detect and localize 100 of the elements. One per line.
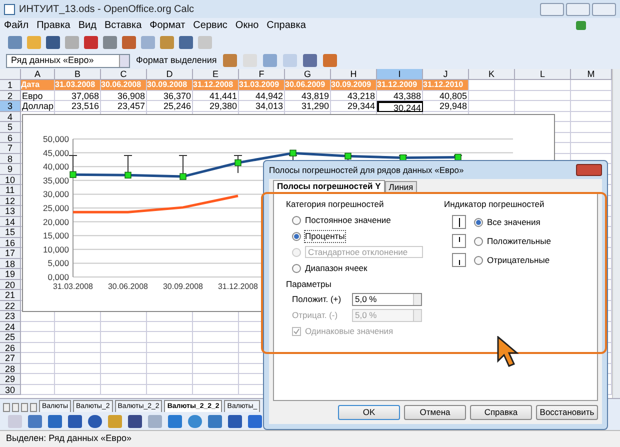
table-cell: 30.06.2009	[285, 80, 331, 90]
window-title: ИНТУИТ_13.ods - OpenOffice.org Calc	[19, 2, 194, 16]
dialog-button[interactable]: Отмена	[404, 405, 466, 420]
vertical-scrollbar[interactable]	[612, 69, 620, 398]
row-header[interactable]: 12	[0, 196, 21, 206]
positive-bar-icon[interactable]	[452, 234, 466, 248]
row-header[interactable]: 15	[0, 227, 21, 238]
row-header[interactable]: 6	[0, 132, 21, 143]
row-header[interactable]: 20	[0, 280, 21, 290]
y-axis-label: 45,000	[43, 148, 69, 158]
table-cell: 30.06.2008	[101, 80, 147, 90]
row-header[interactable]: 22	[0, 300, 21, 311]
column-header[interactable]: I	[377, 69, 423, 80]
row-header[interactable]: 10	[0, 174, 21, 185]
group-title: Индикатор погрешностей	[444, 199, 546, 210]
menu-item[interactable]: Правка	[36, 18, 70, 32]
next-sheet-button[interactable]	[21, 403, 28, 412]
row-header[interactable]: 26	[0, 342, 21, 353]
row-header[interactable]: 27	[0, 353, 21, 364]
radio-button[interactable]	[292, 216, 301, 224]
row-header[interactable]: 13	[0, 206, 21, 216]
y-axis-label: 20,000	[43, 216, 69, 227]
selection-dropdown[interactable]: Ряд данных «Евро»	[6, 54, 130, 68]
minimize-button[interactable]	[540, 2, 564, 16]
row-header[interactable]: 28	[0, 364, 21, 374]
row-header[interactable]: 17	[0, 248, 21, 258]
dialog-tab[interactable]: Линия	[384, 181, 418, 192]
radio-button[interactable]	[292, 232, 301, 240]
menu-item[interactable]: Справка	[266, 18, 306, 32]
row-header[interactable]: 8	[0, 154, 21, 164]
row-header[interactable]: 18	[0, 258, 21, 269]
previous-sheet-button[interactable]	[12, 403, 19, 412]
radio-button[interactable]	[474, 236, 483, 246]
row-header[interactable]: 25	[0, 332, 21, 342]
column-header[interactable]: K	[469, 69, 515, 80]
menu-item[interactable]: Вставка	[104, 18, 142, 32]
dialog-tab[interactable]: Полосы погрешностей Y	[273, 180, 385, 192]
row-header[interactable]: 30	[0, 384, 21, 395]
column-header[interactable]: A	[21, 69, 55, 80]
select-all-corner[interactable]	[0, 69, 21, 80]
group-title: Параметры	[286, 279, 332, 290]
radio-button[interactable]	[474, 218, 483, 226]
menu-item[interactable]: Файл	[4, 18, 29, 32]
row-header[interactable]: 23	[0, 311, 21, 322]
table-cell: 40,805	[423, 90, 469, 101]
spin-field[interactable]: 5,0 %	[352, 293, 422, 306]
row-header[interactable]: 1	[0, 80, 21, 90]
menu-item[interactable]: Вид	[78, 18, 96, 32]
radio-label: Постоянное значение	[305, 214, 391, 226]
table-cell: 43,819	[285, 90, 331, 101]
row-header[interactable]: 3	[0, 101, 21, 112]
table-cell: 29,344	[331, 101, 377, 112]
both-bars-icon[interactable]	[452, 215, 466, 229]
table-cell: 30.09.2008	[147, 80, 193, 90]
row-header[interactable]: 19	[0, 269, 21, 280]
dialog-button[interactable]: Справка	[470, 405, 532, 420]
group-title: Категория погрешностей	[286, 199, 385, 210]
row-header[interactable]: 9	[0, 164, 21, 174]
radio-button[interactable]	[474, 256, 483, 264]
column-header[interactable]: E	[193, 69, 239, 80]
x-axis-label: 30.09.2008	[162, 282, 204, 291]
row-header[interactable]: 21	[0, 290, 21, 300]
menu-item[interactable]: Формат	[150, 18, 186, 32]
close-button[interactable]	[576, 164, 602, 176]
table-cell: 31.12.2009	[377, 80, 423, 90]
dialog-button[interactable]: OK	[338, 405, 400, 420]
column-header[interactable]: H	[331, 69, 377, 80]
format-selection-button[interactable]: Формат выделения	[136, 54, 217, 68]
row-header[interactable]: 7	[0, 143, 21, 154]
row-header[interactable]: 11	[0, 185, 21, 196]
column-header[interactable]: M	[571, 69, 612, 80]
row-header[interactable]: 16	[0, 238, 21, 248]
menu-item[interactable]: Сервис	[193, 18, 228, 32]
column-header[interactable]: D	[147, 69, 193, 80]
y-axis-label: 25,000	[43, 203, 69, 213]
checkbox-label: Одинаковые значения	[305, 326, 394, 337]
row-header[interactable]: 4	[0, 112, 21, 122]
column-header[interactable]: F	[239, 69, 285, 80]
maximize-button[interactable]	[566, 2, 590, 16]
table-cell: 31.12.2008	[193, 80, 239, 90]
dialog-button[interactable]: Восстановить	[536, 405, 598, 420]
y-axis-label: 10,000	[43, 244, 69, 254]
negative-bar-icon[interactable]	[452, 253, 466, 267]
row-header[interactable]: 2	[0, 90, 21, 101]
first-sheet-button[interactable]	[3, 403, 10, 412]
row-header[interactable]: 5	[0, 122, 21, 132]
last-sheet-button[interactable]	[30, 403, 37, 412]
menu-item[interactable]: Окно	[235, 18, 259, 32]
column-header[interactable]: L	[515, 69, 571, 80]
column-header[interactable]: G	[285, 69, 331, 80]
y-axis-label: 50,000	[43, 134, 69, 144]
radio-button[interactable]	[292, 264, 301, 272]
dialog-title: Полосы погрешностей для рядов данных «Евро»	[269, 164, 464, 176]
row-header[interactable]: 14	[0, 216, 21, 227]
row-header[interactable]: 29	[0, 374, 21, 384]
column-header[interactable]: J	[423, 69, 469, 80]
close-button[interactable]	[592, 2, 616, 16]
row-header[interactable]: 24	[0, 322, 21, 332]
column-header[interactable]: C	[101, 69, 147, 80]
column-header[interactable]: B	[55, 69, 101, 80]
